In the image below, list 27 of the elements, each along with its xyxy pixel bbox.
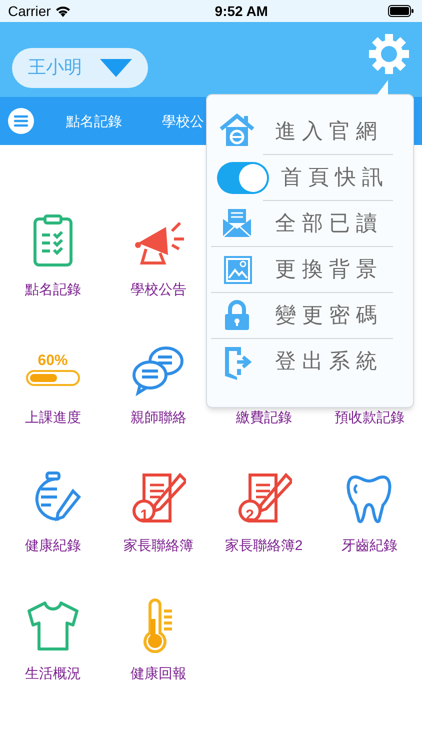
menu-item[interactable]: 更換背景 bbox=[275, 254, 383, 286]
menu-item[interactable]: 變更密碼 bbox=[275, 300, 383, 332]
grid-item-label[interactable]: 上課進度 bbox=[24, 407, 81, 428]
toggle-switch[interactable] bbox=[217, 162, 269, 194]
settings-icon[interactable] bbox=[368, 32, 410, 74]
carrier-name: Carrier bbox=[8, 2, 51, 20]
clock-time: 9:52 AM bbox=[214, 2, 268, 20]
grid-item-label[interactable]: 健康紀錄 bbox=[24, 535, 81, 556]
grid-item-label[interactable]: 生活概況 bbox=[24, 663, 81, 684]
grid-item-label[interactable]: 親師聯絡 bbox=[130, 407, 186, 428]
battery-icon bbox=[388, 5, 414, 17]
dropdown-triangle-icon bbox=[100, 58, 132, 76]
progress-percent: 60% bbox=[38, 352, 68, 368]
menu-item[interactable]: 進入官網 bbox=[275, 116, 383, 148]
grid-item-label[interactable]: 點名記錄 bbox=[24, 279, 81, 300]
grid-item-label[interactable]: 預收款記錄 bbox=[334, 407, 404, 428]
wifi-icon bbox=[54, 5, 71, 17]
grid-item-label[interactable]: 家長聯絡簿2 bbox=[224, 535, 303, 556]
grid-item-label[interactable]: 家長聯絡簿 bbox=[123, 535, 194, 556]
grid-item-label[interactable]: 牙齒紀錄 bbox=[341, 535, 398, 556]
menu-item[interactable]: 登出系統 bbox=[275, 346, 383, 378]
menu-icon[interactable] bbox=[8, 108, 34, 134]
menu-item[interactable]: 首頁快訊 bbox=[281, 162, 389, 194]
grid-item-label[interactable]: 學校公告 bbox=[130, 279, 186, 300]
menu-item[interactable]: 全部已讀 bbox=[275, 208, 383, 240]
grid-item-label[interactable]: 健康回報 bbox=[130, 663, 186, 684]
grid-item-label[interactable]: 繳費記錄 bbox=[236, 407, 292, 428]
